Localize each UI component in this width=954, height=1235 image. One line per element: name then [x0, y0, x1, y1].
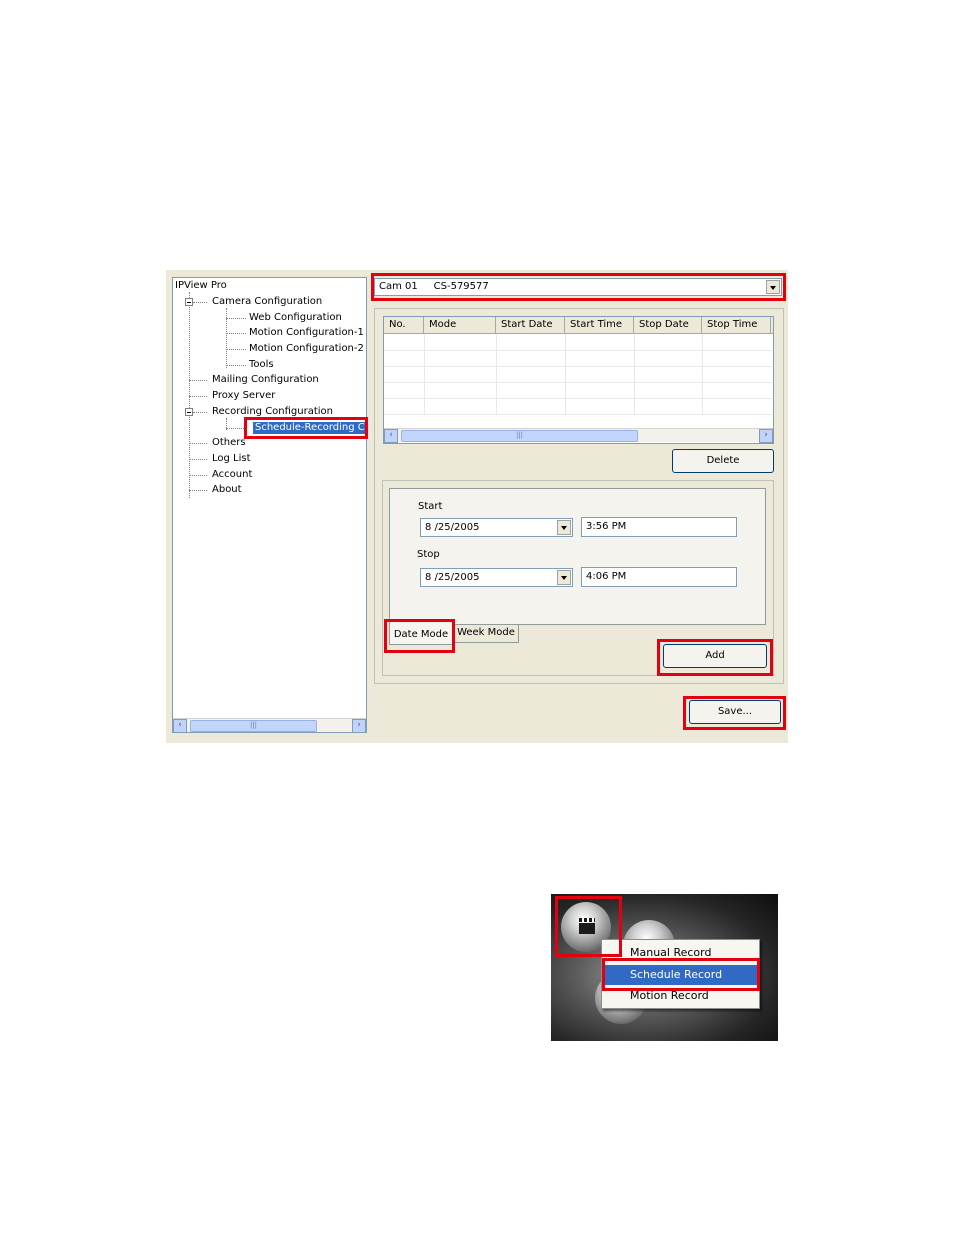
column-header-start-date[interactable]: Start Date — [496, 317, 565, 334]
column-header-stop-date[interactable]: Stop Date — [634, 317, 702, 334]
record-menu[interactable]: Manual Record Schedule Record Motion Rec… — [601, 939, 760, 1009]
tree-item-camera-configuration[interactable]: Camera Configuration — [212, 296, 322, 308]
tree-line — [193, 412, 207, 413]
tree-item-about[interactable]: About — [212, 484, 242, 496]
table-row — [384, 398, 773, 399]
tree-item-root[interactable]: IPView Pro — [175, 280, 227, 292]
tree-line — [189, 292, 190, 498]
tree-line — [189, 490, 207, 491]
tree-item-proxy-server[interactable]: Proxy Server — [212, 390, 275, 402]
tree-line — [226, 318, 246, 319]
stop-time-input[interactable]: 4:06 PM — [581, 567, 737, 587]
start-date-value: 8 /25/2005 — [425, 522, 480, 533]
table-column-line — [496, 334, 497, 414]
scroll-right-icon[interactable]: › — [759, 429, 773, 443]
tree-line — [189, 396, 207, 397]
collapse-icon[interactable] — [185, 408, 193, 416]
table-row — [384, 350, 773, 351]
tree-item-others[interactable]: Others — [212, 437, 246, 449]
table-column-line — [424, 334, 425, 414]
column-header-mode[interactable]: Mode — [424, 317, 496, 334]
collapse-icon[interactable] — [185, 298, 193, 306]
tree-line — [226, 333, 246, 334]
start-label: Start — [418, 501, 443, 512]
tree-line — [226, 365, 246, 366]
scroll-thumb[interactable]: ||| — [401, 430, 638, 442]
schedule-table[interactable]: No. Mode Start Date Start Time Stop Date… — [383, 316, 774, 444]
tree-item-log-list[interactable]: Log List — [212, 453, 251, 465]
scroll-left-icon[interactable]: ‹ — [384, 429, 398, 443]
tree-line — [226, 349, 246, 350]
tab-date-mode[interactable]: Date Mode — [389, 624, 453, 645]
tree-item-recording-configuration[interactable]: Recording Configuration — [212, 406, 333, 418]
tree-item-motion-configuration-1[interactable]: Motion Configuration-1 — [249, 327, 364, 339]
tree-horizontal-scrollbar[interactable]: ‹ ||| › — [173, 718, 366, 732]
table-column-line — [565, 334, 566, 414]
scroll-right-icon[interactable]: › — [352, 719, 366, 732]
table-row — [384, 382, 773, 383]
table-horizontal-scrollbar[interactable]: ‹ ||| › — [384, 428, 773, 443]
table-row — [384, 366, 773, 367]
date-mode-page — [389, 488, 766, 625]
configuration-window: IPView Pro Camera Configuration Web Conf… — [166, 270, 788, 743]
chevron-down-icon[interactable] — [557, 520, 571, 535]
tree-item-account[interactable]: Account — [212, 469, 252, 481]
tree-item-mailing-configuration[interactable]: Mailing Configuration — [212, 374, 319, 386]
scroll-thumb[interactable]: ||| — [190, 720, 317, 732]
tree-item-tools[interactable]: Tools — [249, 359, 274, 371]
tree-line — [226, 428, 246, 429]
tab-week-mode[interactable]: Week Mode — [453, 625, 519, 643]
start-time-input[interactable]: 3:56 PM — [581, 517, 737, 537]
menu-item-manual-record[interactable]: Manual Record — [604, 943, 757, 963]
column-header-no[interactable]: No. — [384, 317, 424, 334]
table-column-line — [634, 334, 635, 414]
scroll-left-icon[interactable]: ‹ — [173, 719, 187, 732]
column-header-filler — [771, 317, 773, 334]
stop-label: Stop — [417, 549, 440, 560]
tree-item-schedule-recording[interactable]: Schedule-Recording Cor — [253, 422, 366, 434]
menu-item-schedule-record[interactable]: Schedule Record — [604, 965, 757, 985]
stop-date-select[interactable]: 8 /25/2005 — [420, 568, 573, 587]
tree-item-motion-configuration-2[interactable]: Motion Configuration-2 — [249, 343, 364, 355]
camera-select-value: Cam 01 CS-579577 — [379, 281, 489, 292]
menu-item-motion-record[interactable]: Motion Record — [604, 986, 757, 1006]
add-button[interactable]: Add — [663, 644, 767, 668]
tree-item-web-configuration[interactable]: Web Configuration — [249, 312, 342, 324]
camera-select[interactable]: Cam 01 CS-579577 — [374, 278, 782, 296]
config-tree[interactable]: IPView Pro Camera Configuration Web Conf… — [172, 277, 367, 733]
chevron-down-icon[interactable] — [557, 570, 571, 585]
tree-line — [189, 380, 207, 381]
tree-line — [189, 443, 207, 444]
start-date-select[interactable]: 8 /25/2005 — [420, 518, 573, 537]
tree-line — [189, 459, 207, 460]
table-column-line — [702, 334, 703, 414]
save-button[interactable]: Save... — [689, 700, 781, 724]
chevron-down-icon[interactable] — [766, 280, 780, 294]
tree-line — [193, 302, 207, 303]
tree-line — [189, 475, 207, 476]
column-header-stop-time[interactable]: Stop Time — [702, 317, 771, 334]
column-header-start-time[interactable]: Start Time — [565, 317, 634, 334]
stop-date-value: 8 /25/2005 — [425, 572, 480, 583]
delete-button[interactable]: Delete — [672, 449, 774, 473]
tree-line — [226, 308, 227, 368]
table-row — [384, 414, 773, 415]
